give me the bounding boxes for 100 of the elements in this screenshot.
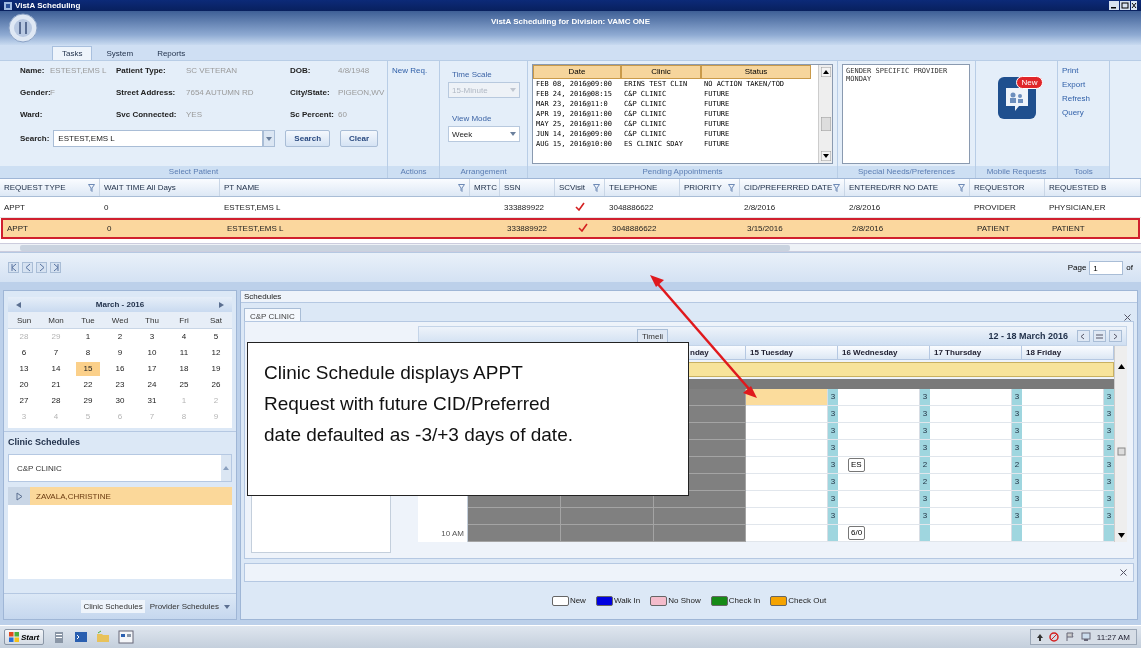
time-slot[interactable]: ES xyxy=(838,457,920,473)
ribbon-tab[interactable]: Reports xyxy=(147,46,196,60)
column-header[interactable]: Status xyxy=(701,65,811,79)
next-page-button[interactable] xyxy=(36,262,47,273)
calendar-day[interactable]: 20 xyxy=(12,378,36,392)
column-header[interactable]: SSN xyxy=(500,179,555,196)
first-page-button[interactable] xyxy=(8,262,19,273)
page-field[interactable]: 1 xyxy=(1089,260,1124,275)
tool-link[interactable]: Query xyxy=(1062,108,1105,117)
close-icon[interactable] xyxy=(1124,314,1131,321)
column-header[interactable]: PRIORITY xyxy=(680,179,740,196)
calendar-day[interactable]: 5 xyxy=(204,330,228,344)
table-row[interactable]: APPT 0 ESTEST,EMS L 333889922 3048886622 3/15/2016 2/8/2016 PATIENT PATIENT xyxy=(1,218,1140,239)
up-arrow-icon[interactable] xyxy=(1036,633,1043,641)
vertical-scrollbar[interactable] xyxy=(1114,346,1127,542)
calendar-day[interactable]: 27 xyxy=(12,394,36,408)
flag-icon[interactable] xyxy=(1064,632,1075,642)
calendar-day[interactable]: 31 xyxy=(140,394,164,408)
maximize-button[interactable] xyxy=(1120,1,1130,10)
column-header[interactable]: REQUESTED B xyxy=(1045,179,1141,196)
no-entry-icon[interactable] xyxy=(1048,632,1059,642)
app-menu-button[interactable] xyxy=(8,13,38,43)
column-header[interactable]: MRTC xyxy=(470,179,500,196)
column-header[interactable]: CID/PREFERRED DATE xyxy=(740,179,845,196)
previous-week-button[interactable] xyxy=(1077,330,1090,342)
calendar-day[interactable]: 6 xyxy=(12,346,36,360)
calendar-day[interactable]: 28 xyxy=(44,394,68,408)
calendar-day[interactable]: 11 xyxy=(172,346,196,360)
column-header[interactable]: Clinic xyxy=(621,65,701,79)
calendar-day[interactable]: 10 xyxy=(140,346,164,360)
scroll-up-icon[interactable] xyxy=(1116,362,1126,371)
scroll-down-icon[interactable] xyxy=(820,151,831,161)
calendar-day[interactable]: 4 xyxy=(172,330,196,344)
appointment-block[interactable]: 6/0 xyxy=(848,526,866,540)
calendar-day[interactable]: 12 xyxy=(204,346,228,360)
calendar-day[interactable]: 26 xyxy=(204,378,228,392)
scroll-button[interactable] xyxy=(221,455,231,481)
time-slot[interactable] xyxy=(746,389,828,405)
schedule-type-tab[interactable]: Provider Schedules xyxy=(147,600,221,613)
column-header[interactable]: TELEPHONE xyxy=(605,179,680,196)
column-header[interactable]: REQUESTOR xyxy=(970,179,1045,196)
view-mode-dropdown[interactable]: Week xyxy=(448,126,520,142)
mobile-request-icon[interactable] xyxy=(996,76,1037,120)
column-header[interactable]: ENTERED/RR NO DATE xyxy=(845,179,970,196)
calendar-day[interactable]: 23 xyxy=(108,378,132,392)
calendar-day[interactable]: 18 xyxy=(172,362,196,376)
calendar-day[interactable]: 2 xyxy=(108,330,132,344)
column-header[interactable]: PT NAME xyxy=(220,179,470,196)
scroll-up-icon[interactable] xyxy=(820,67,831,77)
scroll-thumb[interactable] xyxy=(1116,446,1126,456)
ribbon-tab[interactable]: Tasks xyxy=(52,46,93,60)
calendar-day[interactable]: 8 xyxy=(76,346,100,360)
column-header[interactable]: Date xyxy=(533,65,621,79)
calendar-day[interactable]: 22 xyxy=(76,378,100,392)
calendar-button[interactable] xyxy=(1093,330,1106,342)
horizontal-scrollbar[interactable] xyxy=(0,243,1141,252)
calendar-day[interactable]: 9 xyxy=(108,346,132,360)
tool-link[interactable]: Print xyxy=(1062,66,1105,75)
scroll-thumb[interactable] xyxy=(820,117,831,131)
next-week-button[interactable] xyxy=(1109,330,1122,342)
clinic-list-field[interactable]: C&P CLINIC xyxy=(8,454,232,482)
next-month-button[interactable] xyxy=(219,301,224,308)
appointment-block[interactable]: ES xyxy=(848,458,865,472)
column-header[interactable]: SCVisit xyxy=(555,179,605,196)
close-button[interactable] xyxy=(1131,1,1137,10)
calendar-day[interactable]: 3 xyxy=(140,330,164,344)
provider-row[interactable]: ZAVALA,CHRISTINE xyxy=(8,487,232,505)
last-page-button[interactable] xyxy=(50,262,61,273)
previous-month-button[interactable] xyxy=(16,301,21,308)
clear-button[interactable]: Clear xyxy=(340,130,379,147)
column-header[interactable]: REQUEST TYPE xyxy=(0,179,100,196)
calendar-day[interactable]: 24 xyxy=(140,378,164,392)
window-thumbnail-icon[interactable] xyxy=(118,630,135,644)
calendar-day[interactable]: 25 xyxy=(172,378,196,392)
calendar-day[interactable]: 21 xyxy=(44,378,68,392)
calendar-day[interactable]: 15 xyxy=(76,362,100,376)
network-icon[interactable] xyxy=(1080,632,1091,642)
calendar-day[interactable]: 7 xyxy=(44,346,68,360)
minimize-button[interactable] xyxy=(1109,1,1119,10)
calendar-day[interactable]: 17 xyxy=(140,362,164,376)
calendar-day[interactable]: 30 xyxy=(108,394,132,408)
close-icon[interactable] xyxy=(1120,569,1127,576)
ribbon-tab[interactable]: System xyxy=(96,46,144,60)
calendar-day[interactable]: 16 xyxy=(108,362,132,376)
calendar-day[interactable]: 29 xyxy=(76,394,100,408)
tool-link[interactable]: Refresh xyxy=(1062,94,1105,103)
calendar-day[interactable]: 1 xyxy=(76,330,100,344)
new-request-link[interactable]: New Req. xyxy=(392,66,435,75)
start-button[interactable]: Start xyxy=(4,629,45,645)
tool-link[interactable]: Export xyxy=(1062,80,1105,89)
terminal-icon[interactable] xyxy=(74,630,89,644)
calendar-day[interactable]: 14 xyxy=(44,362,68,376)
folder-icon[interactable] xyxy=(96,630,111,644)
calendar-day[interactable]: 19 xyxy=(204,362,228,376)
column-header[interactable]: WAIT TIME All Days xyxy=(100,179,220,196)
search-field[interactable]: ESTEST,EMS L xyxy=(53,130,264,147)
dropdown-icon[interactable] xyxy=(224,604,230,609)
previous-page-button[interactable] xyxy=(22,262,33,273)
dropdown-button[interactable] xyxy=(263,130,276,147)
vertical-scrollbar[interactable] xyxy=(818,65,832,163)
